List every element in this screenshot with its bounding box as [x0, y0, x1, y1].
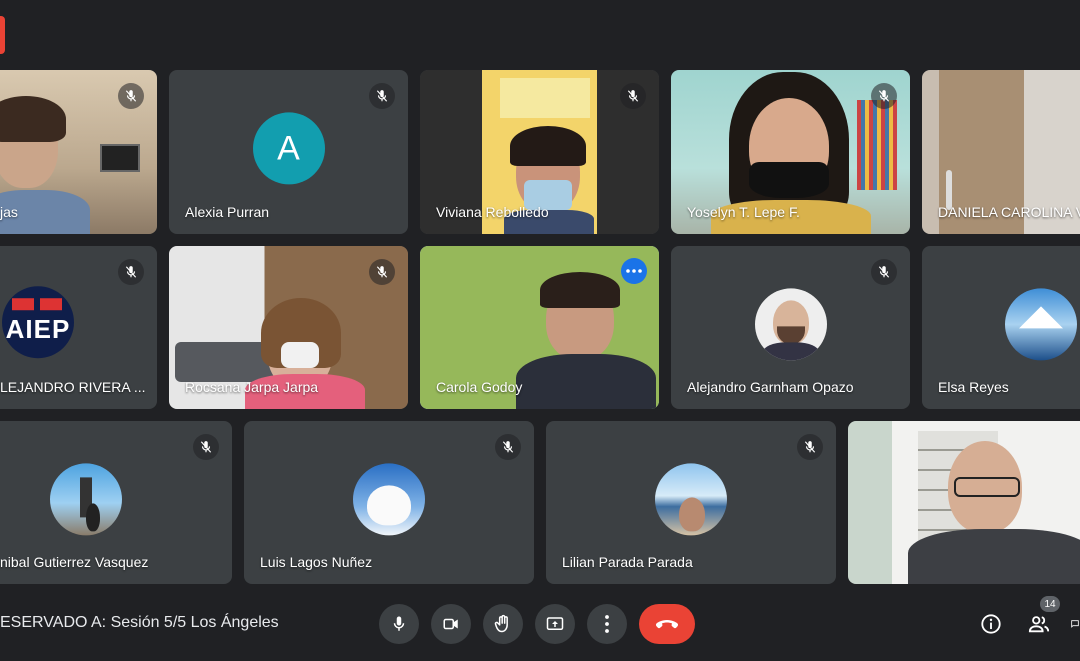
participant-name: Rocsana Jarpa Jarpa — [185, 379, 319, 395]
meeting-title: ESERVADO A: Sesión 5/5 Los Ángeles — [0, 614, 279, 631]
avatar — [655, 462, 727, 535]
participant-name: jas — [0, 204, 18, 220]
participant-name: Elsa Reyes — [938, 379, 1009, 395]
mic-icon — [393, 616, 405, 631]
avatar — [754, 287, 827, 360]
mic-off-icon — [376, 266, 388, 278]
avatar: A — [252, 112, 325, 185]
participant-name: Carola Godoy — [436, 379, 523, 395]
muted-indicator — [620, 83, 646, 109]
microphone-button[interactable] — [379, 604, 419, 644]
mic-off-icon — [125, 266, 137, 278]
camera-button[interactable] — [431, 604, 471, 644]
raise-hand-button[interactable] — [483, 604, 523, 644]
recording-indicator — [0, 16, 5, 54]
mic-off-icon — [125, 90, 137, 102]
participant-name: Alejandro Garnham Opazo — [687, 379, 854, 395]
more-vert-icon — [605, 615, 609, 633]
mic-off-icon — [200, 441, 212, 453]
raise-hand-icon — [494, 614, 508, 633]
present-icon — [546, 617, 564, 630]
participant-name: nibal Gutierrez Vasquez — [0, 554, 149, 570]
participant-name: Lilian Parada Parada — [562, 554, 693, 570]
participant-count-badge: 14 — [1040, 596, 1060, 612]
avatar — [353, 462, 425, 535]
camera-icon — [443, 618, 458, 630]
mic-off-icon — [878, 266, 890, 278]
mic-off-icon — [627, 90, 639, 102]
muted-indicator — [871, 83, 897, 109]
chat-button[interactable] — [1070, 610, 1080, 638]
video-feed — [848, 421, 1080, 584]
muted-indicator — [193, 434, 219, 460]
more-options-button[interactable] — [587, 604, 627, 644]
participant-tile[interactable]: Lilian Parada Parada — [546, 421, 836, 584]
muted-indicator — [369, 83, 395, 109]
participant-tile[interactable]: Rocsana Jarpa Jarpa — [169, 246, 408, 409]
meeting-details-button[interactable] — [977, 610, 1005, 638]
avatar — [50, 462, 122, 535]
mic-off-icon — [878, 90, 890, 102]
mic-off-icon — [376, 90, 388, 102]
participant-name: DANIELA CAROLINA V — [938, 204, 1080, 220]
participant-tile[interactable]: nibal Gutierrez Vasquez — [0, 421, 232, 584]
participant-tile[interactable] — [848, 421, 1080, 584]
people-button[interactable] — [1025, 610, 1053, 638]
muted-indicator — [118, 83, 144, 109]
logo-text: AIEP — [5, 314, 71, 345]
muted-indicator — [118, 259, 144, 285]
participant-tile[interactable]: AIEP LEJANDRO RIVERA ... — [0, 246, 157, 409]
participant-name: LEJANDRO RIVERA ... — [0, 379, 146, 395]
mic-off-icon — [804, 441, 816, 453]
people-icon — [1028, 616, 1050, 633]
mic-off-icon — [502, 441, 514, 453]
participant-tile[interactable]: Elsa Reyes — [922, 246, 1080, 409]
info-icon — [981, 614, 1001, 634]
muted-indicator — [369, 259, 395, 285]
present-screen-button[interactable] — [535, 604, 575, 644]
participant-tile[interactable]: Yoselyn T. Lepe F. — [671, 70, 910, 234]
participant-tile[interactable]: Alejandro Garnham Opazo — [671, 246, 910, 409]
participant-options-button[interactable] — [621, 258, 647, 284]
participant-tile[interactable]: jas — [0, 70, 157, 234]
chat-icon — [1071, 620, 1079, 628]
participant-tile[interactable]: A Alexia Purran — [169, 70, 408, 234]
participant-tile-active-speaker[interactable]: Carola Godoy — [420, 246, 659, 409]
participant-name: Yoselyn T. Lepe F. — [687, 204, 800, 220]
muted-indicator — [495, 434, 521, 460]
leave-call-button[interactable] — [639, 604, 695, 644]
muted-indicator — [871, 259, 897, 285]
muted-indicator — [797, 434, 823, 460]
participant-name: Alexia Purran — [185, 204, 270, 220]
call-end-icon — [655, 620, 679, 629]
avatar — [1005, 287, 1077, 360]
participant-name: Viviana Rebolledo — [436, 204, 549, 220]
participant-name: Luis Lagos Nuñez — [260, 554, 373, 570]
participant-tile[interactable]: Luis Lagos Nuñez — [244, 421, 534, 584]
more-horiz-icon — [626, 269, 642, 273]
avatar: AIEP — [2, 285, 74, 358]
participant-tile[interactable]: DANIELA CAROLINA V — [922, 70, 1080, 234]
participant-tile[interactable]: Viviana Rebolledo — [420, 70, 659, 234]
